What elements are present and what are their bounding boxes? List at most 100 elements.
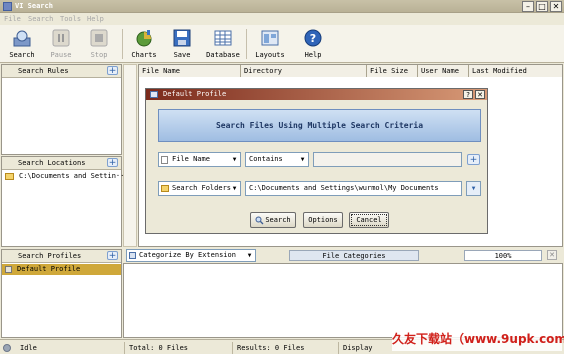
layouts-icon — [261, 30, 279, 46]
profile-name: Default Profile — [17, 265, 81, 273]
search-rules-title: Search Rules — [18, 67, 69, 75]
file-categories-label: File Categories — [322, 252, 386, 260]
location-path: C:\Documents and Settin·· — [19, 172, 125, 180]
rule-value-input[interactable] — [313, 152, 462, 167]
window-title: VI Search — [15, 2, 53, 10]
column-last-modified[interactable]: Last Modified — [469, 65, 562, 77]
location-path-input[interactable]: C:\Documents and Settings\wurmol\My Docu… — [245, 181, 462, 196]
chevron-down-icon: ▼ — [232, 156, 237, 163]
save-button[interactable]: Save — [164, 27, 200, 61]
dialog-help-button[interactable]: ? — [463, 90, 473, 99]
menu-tools[interactable]: Tools — [60, 15, 81, 23]
search-profiles-header: Search Profiles — [2, 250, 121, 263]
search-rules-panel: Search Rules + — [1, 64, 122, 155]
toolbar-separator — [246, 29, 247, 59]
results-header-row: File Name Directory File Size User Name … — [139, 65, 562, 77]
layouts-label: Layouts — [255, 51, 285, 59]
dialog-options-button[interactable]: Options — [303, 212, 343, 228]
search-icon — [13, 30, 31, 47]
folder-icon — [161, 185, 169, 192]
charts-label: Charts — [131, 51, 157, 59]
location-dropdown-icon[interactable]: ▼ — [466, 181, 481, 196]
column-user-name[interactable]: User Name — [418, 65, 469, 77]
rule-operator-value: Contains — [249, 155, 283, 163]
help-button[interactable]: ? Help — [295, 27, 331, 61]
maximize-icon[interactable]: □ — [536, 1, 548, 12]
save-label: Save — [173, 51, 191, 59]
dialog-search-button[interactable]: Search — [250, 212, 296, 228]
watermark: 久友下载站（www.9upk.com） — [392, 327, 564, 351]
categorize-select[interactable]: Categorize By Extension ▼ — [126, 249, 256, 262]
stop-icon — [90, 29, 108, 47]
search-rules-header: Search Rules — [2, 65, 121, 78]
chevron-down-icon: ▼ — [247, 252, 252, 259]
dialog-banner: Search Files Using Multiple Search Crite… — [158, 109, 481, 142]
search-locations-title: Search Locations — [18, 159, 86, 167]
chevron-down-icon: ▼ — [300, 156, 305, 163]
search-locations-header: Search Locations — [2, 157, 121, 170]
status-total: Total: 0 Files — [124, 342, 232, 354]
help-icon: ? — [304, 29, 322, 47]
zoom-field[interactable]: 100% — [464, 250, 542, 261]
location-type-select[interactable]: Search Folders ▼ — [158, 181, 241, 196]
location-list-item[interactable]: C:\Documents and Settin·· — [4, 172, 125, 182]
add-criteria-icon[interactable]: + — [467, 154, 480, 165]
status-state: Idle — [20, 344, 37, 352]
pause-button[interactable]: Pause — [43, 27, 79, 61]
column-file-size[interactable]: File Size — [367, 65, 418, 77]
pause-label: Pause — [50, 51, 72, 59]
add-rule-icon[interactable]: + — [107, 66, 118, 76]
rule-field-value: File Name — [172, 155, 210, 163]
layouts-button[interactable]: Layouts — [252, 27, 288, 61]
minimize-icon[interactable]: – — [522, 1, 534, 12]
toolbar-separator — [122, 29, 123, 59]
chevron-down-icon: ▼ — [232, 185, 237, 192]
menu-search[interactable]: Search — [28, 15, 53, 23]
add-location-icon[interactable]: + — [107, 158, 118, 168]
title-bar: VI Search – □ ✕ — [0, 0, 564, 13]
dialog-search-label: Search — [265, 216, 291, 224]
status-indicator-icon — [3, 344, 11, 352]
profile-icon — [5, 266, 12, 273]
categories-bar: Categorize By Extension ▼ File Categorie… — [123, 248, 563, 263]
close-icon[interactable]: ✕ — [550, 1, 562, 12]
charts-icon — [136, 30, 152, 47]
dialog-cancel-button[interactable]: Cancel — [349, 212, 389, 228]
stop-button[interactable]: Stop — [81, 27, 117, 61]
splitter[interactable] — [123, 64, 137, 247]
dialog-title-bar: Default Profile ? ✕ — [146, 89, 487, 100]
database-label: Database — [206, 51, 240, 59]
file-categories-bar[interactable]: File Categories — [289, 250, 419, 261]
column-directory[interactable]: Directory — [241, 65, 367, 77]
search-profiles-title: Search Profiles — [18, 252, 82, 260]
profile-list-item-selected[interactable]: Default Profile — [2, 264, 121, 275]
folder-icon — [5, 173, 14, 180]
close-panel-icon[interactable]: ✕ — [547, 250, 557, 260]
dialog-close-button[interactable]: ✕ — [475, 90, 485, 99]
search-button[interactable]: Search — [4, 27, 40, 61]
location-type-value: Search Folders — [172, 184, 232, 192]
rule-field-select[interactable]: File Name ▼ — [158, 152, 241, 167]
help-label: Help — [304, 51, 322, 59]
category-icon — [129, 252, 136, 259]
add-profile-icon[interactable]: + — [107, 251, 118, 261]
table-icon — [214, 30, 232, 46]
charts-button[interactable]: Charts — [126, 27, 162, 61]
dialog-title: Default Profile — [163, 90, 227, 98]
svg-text:?: ? — [310, 32, 316, 45]
rule-operator-select[interactable]: Contains ▼ — [245, 152, 309, 167]
dialog-app-icon — [150, 91, 158, 98]
search-label: Search — [9, 51, 35, 59]
zoom-value: 100% — [494, 252, 512, 260]
search-locations-panel: Search Locations + C:\Documents and Sett… — [1, 156, 125, 247]
stop-label: Stop — [90, 51, 108, 59]
default-profile-dialog: Default Profile ? ✕ Search Files Using M… — [145, 88, 488, 234]
magnifier-icon — [255, 216, 264, 225]
menu-file[interactable]: File — [4, 15, 21, 23]
menu-help[interactable]: Help — [87, 15, 104, 23]
floppy-icon — [173, 29, 191, 47]
app-icon — [3, 2, 12, 11]
column-file-name[interactable]: File Name — [139, 65, 241, 77]
database-button[interactable]: Database — [205, 27, 241, 61]
search-profiles-panel: Search Profiles + Default Profile — [1, 249, 122, 338]
